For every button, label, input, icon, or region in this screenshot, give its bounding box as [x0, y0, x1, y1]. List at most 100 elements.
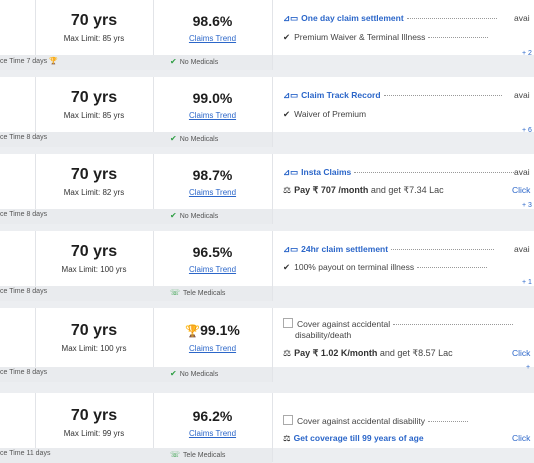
dotted-leader — [417, 267, 488, 269]
dotted-leader — [428, 37, 489, 39]
medical-requirement: ✔ No Medicals — [170, 57, 219, 66]
dotted-leader — [428, 421, 469, 423]
max-limit: Max Limit: 85 yrs — [63, 34, 125, 43]
availability: avai — [514, 167, 530, 177]
cover-amount: ₹8.57 Lac — [412, 348, 453, 358]
feature-label: 24hr claim settlement — [301, 244, 389, 254]
click-link[interactable]: Click — [512, 433, 530, 443]
rupee-bag-icon: ⚖ — [283, 348, 292, 358]
plan-footer: ce Time 8 days ✔ No Medicals — [0, 367, 272, 382]
rupee-bag-icon: ⚖ — [283, 433, 291, 443]
claim-ratio: 96.2% — [192, 408, 233, 424]
max-limit: Max Limit: 100 yrs — [61, 265, 127, 274]
feature-primary: ⊿▭ 24hr claim settlement — [283, 244, 495, 255]
feature-secondary: ✔ 100% payout on terminal illness — [283, 262, 488, 273]
plan-footer: ce Time 8 days ☏ Tele Medicals — [0, 286, 272, 301]
check-icon: ✔ — [283, 262, 291, 272]
plan-footer: ce Time 11 days ☏ Tele Medicals — [0, 448, 272, 463]
claim-icon: ⊿▭ — [283, 13, 299, 23]
dotted-leader — [391, 249, 495, 251]
dotted-leader — [406, 18, 497, 20]
dotted-leader — [354, 172, 515, 174]
trophy-icon: 🏆 — [49, 58, 58, 65]
feature-label: Premium Waiver & Terminal Illness — [294, 32, 426, 42]
more-features-link[interactable]: + — [526, 364, 530, 371]
max-limit: Max Limit: 99 yrs — [63, 429, 125, 438]
feature-primary: ⊿▭ Claim Track Record — [283, 90, 502, 101]
max-age: 70 yrs — [70, 243, 118, 260]
plan-footer: ce Time 7 days 🏆 ✔ No Medicals — [0, 55, 272, 70]
plan-footer: ce Time 8 days ✔ No Medicals — [0, 209, 272, 224]
click-link[interactable]: Click — [512, 348, 530, 358]
medical-requirement: ☏ Tele Medicals — [170, 450, 226, 459]
divider — [153, 154, 154, 209]
max-age: 70 yrs — [70, 12, 118, 29]
claims-trend-link[interactable]: Claims Trend — [155, 429, 270, 438]
cover-amount: ₹7.34 Lac — [403, 185, 444, 195]
claim-ratio: 96.5% — [192, 244, 233, 260]
check-icon: ✔ — [170, 57, 177, 66]
feature-label-continued: disability/death — [295, 330, 352, 340]
max-limit: Max Limit: 82 yrs — [63, 188, 125, 197]
more-features-link[interactable]: + 2 — [522, 50, 532, 57]
divider — [272, 231, 273, 301]
claim-icon: ⊿▭ — [283, 90, 299, 100]
claim-settlement-time: ce Time 8 days — [0, 211, 48, 218]
claims-trend-link[interactable]: Claims Trend — [155, 265, 270, 274]
feature-label: Get coverage till 99 years of age — [293, 433, 424, 443]
more-features-link[interactable]: + 6 — [522, 127, 532, 134]
divider — [272, 308, 273, 382]
max-age: 70 yrs — [70, 322, 118, 339]
availability: avai — [514, 90, 530, 100]
more-features-link[interactable]: + 1 — [522, 279, 532, 286]
claim-ratio: 99.0% — [192, 90, 233, 106]
claims-trend-link[interactable]: Claims Trend — [155, 111, 270, 120]
claims-trend-link[interactable]: Claims Trend — [155, 34, 270, 43]
claim-settlement-time: ce Time 8 days — [0, 288, 48, 295]
premium-amount: ₹ 707 /month — [312, 185, 369, 195]
divider — [153, 393, 154, 448]
feature-label: Claim Track Record — [301, 90, 381, 100]
medical-requirement: ✔ No Medicals — [170, 134, 219, 143]
click-link[interactable]: Click — [512, 185, 530, 195]
feature-primary: Cover against accidental disability — [283, 415, 469, 426]
claim-ratio: 🏆99.1% — [185, 322, 240, 338]
phone-icon: ☏ — [170, 450, 181, 459]
feature-label: Cover against accidental — [297, 319, 391, 329]
claim-settlement-time: ce Time 11 days — [0, 450, 51, 457]
claim-icon: ⊿▭ — [283, 167, 299, 177]
divider — [153, 231, 154, 286]
check-icon: ✔ — [170, 211, 177, 220]
claim-settlement-time: ce Time 8 days — [0, 369, 48, 376]
divider — [272, 154, 273, 224]
feature-secondary: ✔ Premium Waiver & Terminal Illness — [283, 32, 489, 43]
more-features-link[interactable]: + 3 — [522, 202, 532, 209]
dotted-leader — [393, 324, 514, 326]
check-icon: ✔ — [283, 109, 291, 119]
claim-ratio: 98.6% — [192, 13, 233, 29]
divider — [272, 0, 273, 70]
claims-trend-link[interactable]: Claims Trend — [155, 188, 270, 197]
claim-settlement-time: ce Time 8 days — [0, 134, 48, 141]
availability: avai — [514, 244, 530, 254]
divider — [272, 393, 273, 462]
divider — [153, 0, 154, 55]
max-limit: Max Limit: 100 yrs — [61, 344, 127, 353]
check-icon: ✔ — [170, 369, 177, 378]
checkbox-icon[interactable] — [283, 415, 293, 425]
max-limit: Max Limit: 85 yrs — [63, 111, 125, 120]
feature-label: 100% payout on terminal illness — [294, 262, 415, 272]
checkbox-icon[interactable] — [283, 318, 293, 328]
medical-requirement: ✔ No Medicals — [170, 211, 219, 220]
check-icon: ✔ — [283, 32, 291, 42]
feature-label: One day claim settlement — [301, 13, 404, 23]
divider — [272, 77, 273, 147]
feature-primary: Cover against accidental — [283, 318, 514, 329]
rupee-bag-icon: ⚖ — [283, 185, 292, 195]
max-age: 70 yrs — [70, 407, 118, 424]
premium-offer: ⚖ Pay ₹ 1.02 K/month and get ₹8.57 Lac — [283, 348, 453, 358]
phone-icon: ☏ — [170, 288, 181, 297]
trophy-icon: 🏆 — [185, 324, 201, 338]
claims-trend-link[interactable]: Claims Trend — [155, 344, 270, 353]
plan-footer: ce Time 8 days ✔ No Medicals — [0, 132, 272, 147]
